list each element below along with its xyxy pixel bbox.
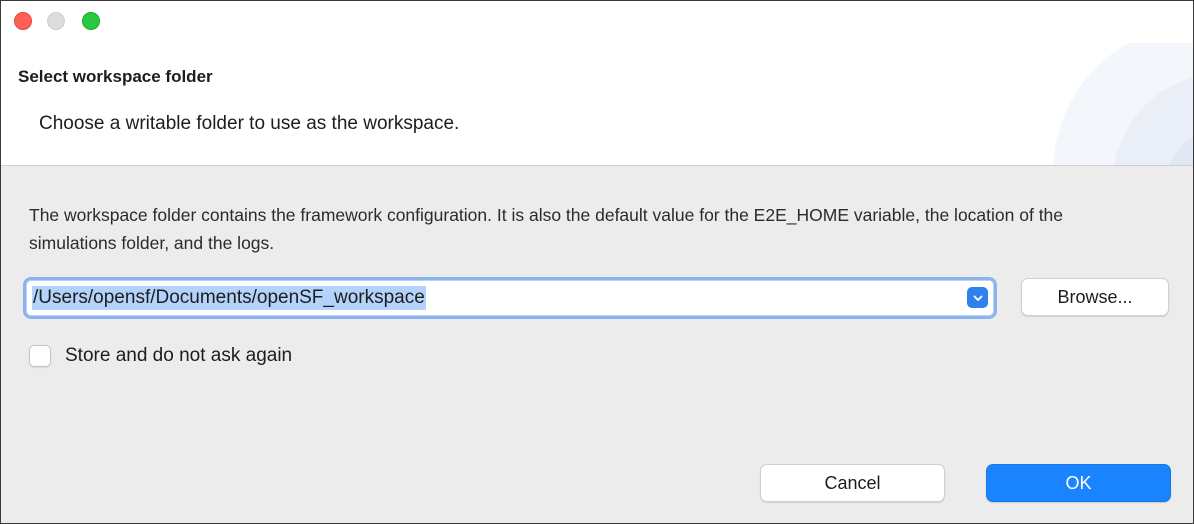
dialog-header: Select workspace folder Choose a writabl… [1, 43, 1193, 166]
info-text: The workspace folder contains the framew… [29, 205, 1064, 253]
dialog-title: Select workspace folder [18, 67, 213, 86]
zoom-window-button[interactable] [82, 12, 100, 30]
title-bar [1, 1, 1193, 43]
chevron-updown-icon[interactable] [967, 287, 988, 308]
browse-button[interactable]: Browse... [1021, 278, 1169, 316]
remember-checkbox[interactable] [29, 345, 51, 367]
dialog-description: Choose a writable folder to use as the w… [39, 113, 460, 134]
minimize-window-button[interactable] [47, 12, 65, 30]
workspace-path-combobox[interactable]: /Users/opensf/Documents/openSF_workspace [23, 277, 997, 319]
ok-button[interactable]: OK [986, 464, 1171, 502]
dialog-body: The workspace folder contains the framew… [1, 167, 1193, 523]
remember-checkbox-label[interactable]: Store and do not ask again [65, 345, 292, 367]
workspace-dialog: Select workspace folder Choose a writabl… [0, 0, 1194, 524]
workspace-path-value[interactable]: /Users/opensf/Documents/openSF_workspace [32, 286, 426, 310]
remember-choice-row[interactable]: Store and do not ask again [29, 343, 292, 369]
cancel-button[interactable]: Cancel [760, 464, 945, 502]
banner-decoration-graphic [1053, 43, 1193, 165]
close-window-button[interactable] [14, 12, 32, 30]
